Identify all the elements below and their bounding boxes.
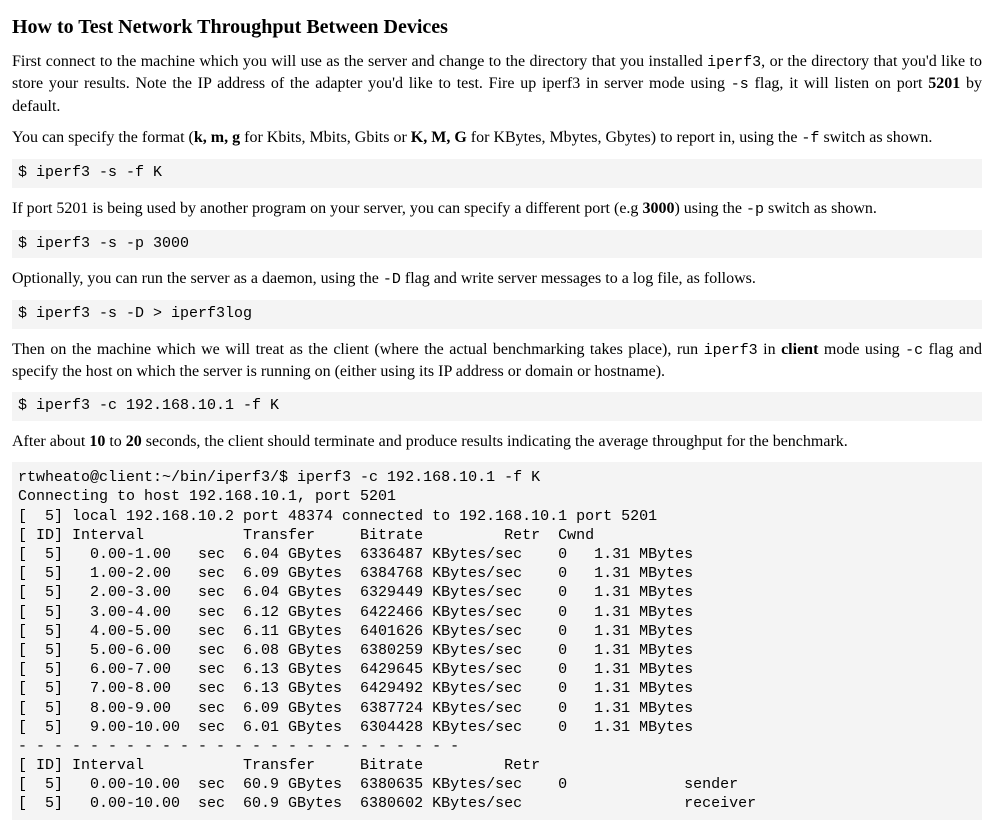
bold-kmg-lower: k, m, g — [194, 129, 240, 146]
text: switch as shown. — [819, 129, 932, 146]
code-d-flag: -D — [383, 271, 401, 288]
port-number: 5201 — [928, 75, 960, 92]
text: flag and write server messages to a log … — [401, 270, 756, 287]
bold-10: 10 — [89, 433, 105, 450]
bold-kmg-upper: K, M, G — [411, 129, 467, 146]
paragraph-results: After about 10 to 20 seconds, the client… — [12, 431, 982, 453]
command-block-3: $ iperf3 -s -D > iperf3log — [12, 300, 982, 328]
text: for KBytes, Mbytes, Gbytes) to report in… — [467, 129, 802, 146]
bold-client: client — [781, 341, 818, 358]
bold-port-3000: 3000 — [642, 200, 674, 217]
text: Then on the machine which we will treat … — [12, 341, 704, 358]
text: First connect to the machine which you w… — [12, 53, 707, 70]
page-title: How to Test Network Throughput Between D… — [12, 14, 982, 41]
command-block-2: $ iperf3 -s -p 3000 — [12, 230, 982, 258]
text: in — [758, 341, 781, 358]
code-p-flag: -p — [746, 201, 764, 218]
terminal-output: rtwheato@client:~/bin/iperf3/$ iperf3 -c… — [12, 462, 982, 819]
text: for Kbits, Mbits, Gbits or — [240, 129, 411, 146]
paragraph-format: You can specify the format (k, m, g for … — [12, 127, 982, 149]
bold-20: 20 — [126, 433, 142, 450]
code-iperf3-client: iperf3 — [704, 342, 758, 359]
code-c-flag: -c — [905, 342, 923, 359]
code-s-flag: -s — [731, 76, 749, 93]
paragraph-intro: First connect to the machine which you w… — [12, 51, 982, 117]
command-block-1: $ iperf3 -s -f K — [12, 159, 982, 187]
paragraph-daemon: Optionally, you can run the server as a … — [12, 268, 982, 290]
code-iperf3: iperf3 — [707, 54, 761, 71]
command-block-4: $ iperf3 -c 192.168.10.1 -f K — [12, 392, 982, 420]
text: If port 5201 is being used by another pr… — [12, 200, 642, 217]
text: mode using — [818, 341, 905, 358]
text: After about — [12, 433, 89, 450]
code-f-flag: -f — [801, 130, 819, 147]
text: switch as shown. — [764, 200, 877, 217]
text: Optionally, you can run the server as a … — [12, 270, 383, 287]
text: to — [105, 433, 125, 450]
text: seconds, the client should terminate and… — [142, 433, 848, 450]
text: ) using the — [674, 200, 746, 217]
paragraph-client: Then on the machine which we will treat … — [12, 339, 982, 383]
text: flag, it will listen on port — [749, 75, 928, 92]
paragraph-port: If port 5201 is being used by another pr… — [12, 198, 982, 220]
text: You can specify the format ( — [12, 129, 194, 146]
